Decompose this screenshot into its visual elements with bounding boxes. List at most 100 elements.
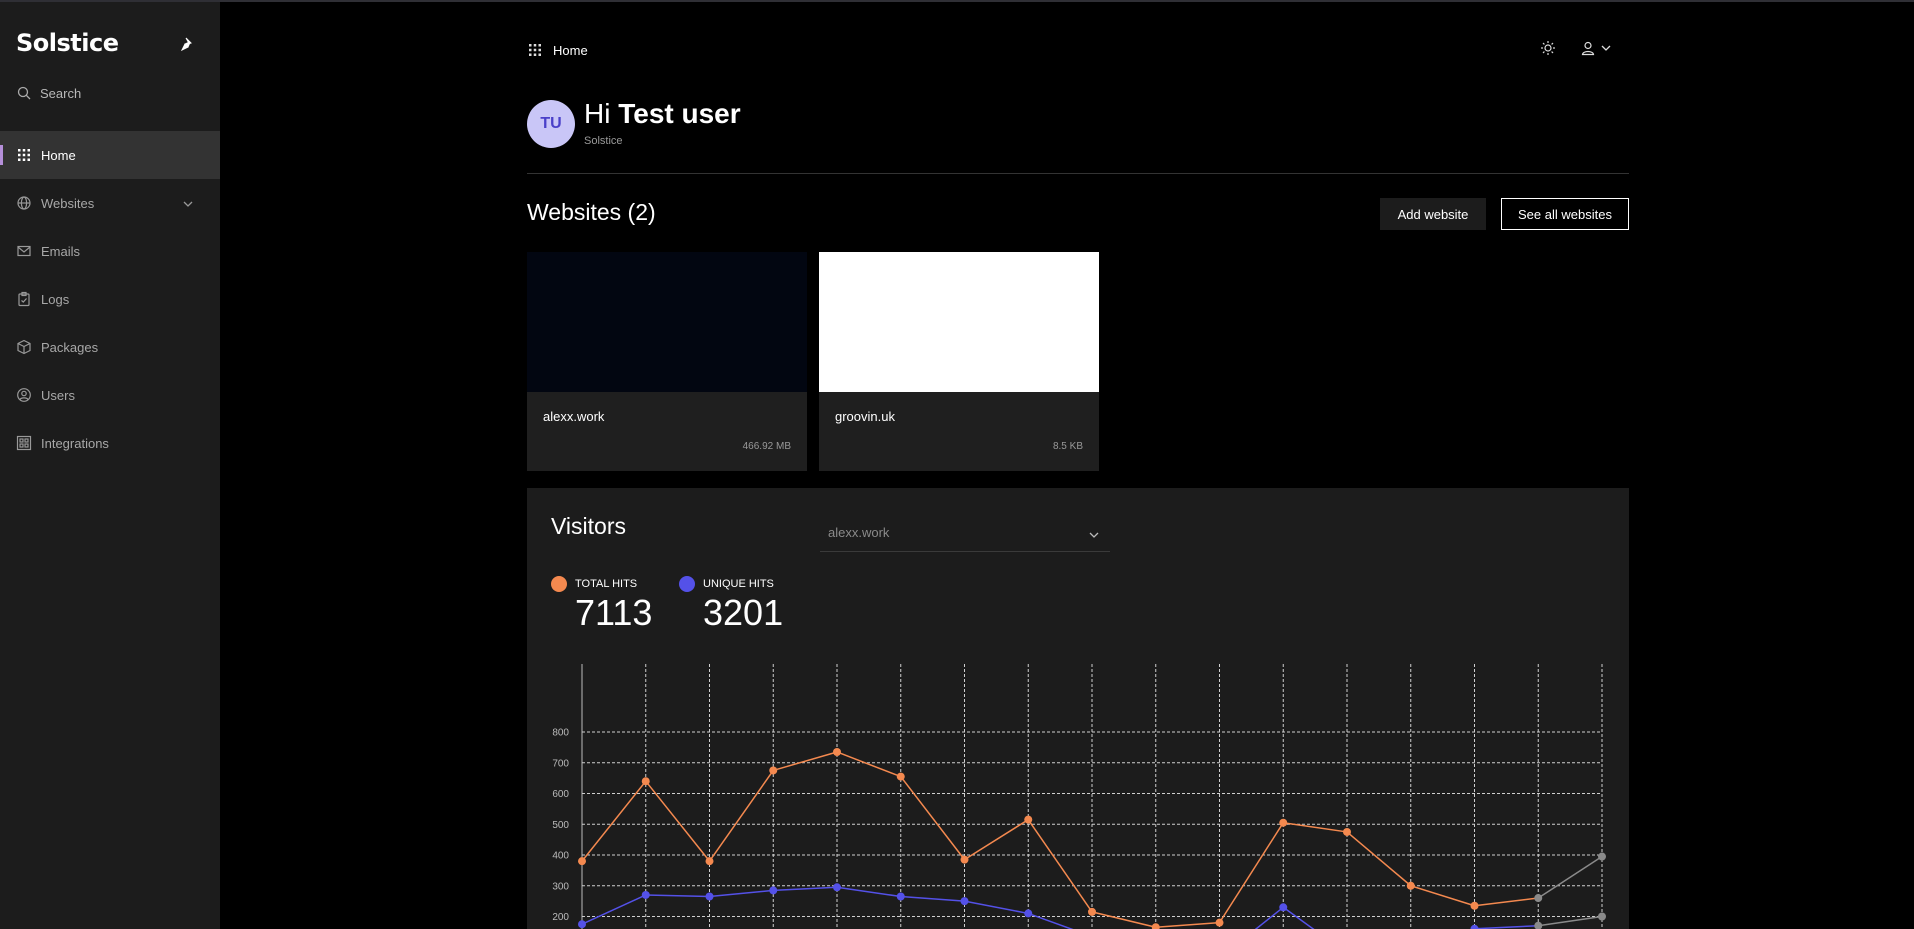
sidebar-item-label: Integrations (41, 435, 109, 451)
see-all-websites-button[interactable]: See all websites (1501, 198, 1629, 230)
data-point (1215, 918, 1224, 927)
header-actions (1540, 40, 1614, 56)
sidebar-item-label: Websites (41, 195, 95, 211)
avatar[interactable]: TU (527, 100, 575, 148)
y-tick-label: 600 (552, 789, 569, 800)
series-segment (836, 751, 902, 778)
package-icon (17, 339, 31, 355)
y-tick-label: 300 (552, 881, 569, 892)
divider (527, 173, 1629, 174)
website-thumbnail (527, 252, 807, 392)
series-segment (773, 751, 838, 772)
user-menu[interactable] (1580, 40, 1614, 56)
user-icon (1581, 41, 1595, 56)
data-point (1088, 907, 1096, 916)
visitors-panel: Visitors alexx.work TOTAL HITS 7113 UNIQ… (527, 488, 1629, 929)
website-thumbnail (819, 252, 1099, 392)
series-segment (581, 894, 647, 925)
brand-logo[interactable]: Solstice (16, 29, 119, 57)
sidebar: Solstice Search Home Websites Emails Log… (0, 2, 220, 929)
series-segment (1474, 924, 1539, 929)
sidebar-item-websites[interactable]: Websites (0, 179, 220, 227)
sidebar-item-label: Home (41, 147, 76, 163)
data-point (641, 777, 650, 786)
sidebar-item-label: Emails (41, 243, 81, 259)
sidebar-item-label: Users (41, 387, 75, 403)
y-tick-label: 700 (552, 758, 569, 769)
series-segment (645, 894, 710, 898)
data-point (833, 883, 841, 892)
data-point (641, 890, 650, 899)
data-point (896, 892, 905, 901)
website-name: alexx.work (543, 409, 605, 424)
sidebar-item-integrations[interactable]: Integrations (0, 419, 220, 467)
website-card[interactable]: alexx.work 466.92 MB (527, 252, 807, 471)
data-point (1406, 881, 1415, 890)
breadcrumb: Home (527, 42, 588, 58)
series-segment (1282, 906, 1315, 929)
series-segment (709, 889, 774, 898)
sidebar-item-packages[interactable]: Packages (0, 323, 220, 371)
mail-icon (17, 245, 31, 257)
data-point (1151, 923, 1160, 929)
sidebar-search[interactable]: Search (16, 82, 81, 104)
website-size: 466.92 MB (742, 441, 791, 452)
data-point (960, 897, 969, 906)
sidebar-item-emails[interactable]: Emails (0, 227, 220, 275)
visitors-chart: 100200300400500600700800 (552, 664, 1606, 929)
grid-icon[interactable] (527, 42, 543, 58)
breadcrumb-current: Home (553, 42, 588, 58)
y-tick-label: 500 (552, 820, 569, 831)
series-segment (773, 886, 838, 892)
sun-icon[interactable] (1540, 40, 1556, 56)
data-point (1279, 903, 1288, 912)
sidebar-item-logs[interactable]: Logs (0, 275, 220, 323)
data-point (1470, 901, 1479, 910)
data-point (833, 747, 841, 756)
sidebar-item-label: Packages (41, 339, 99, 355)
data-point (705, 857, 714, 866)
y-tick-label: 400 (552, 851, 569, 862)
data-point (1534, 894, 1543, 903)
sidebar-nav: Home Websites Emails Logs Packages Users… (0, 131, 220, 467)
series-segment (964, 900, 1029, 915)
integrations-icon (16, 435, 32, 451)
data-point (896, 772, 905, 781)
y-tick-label: 200 (552, 912, 569, 923)
pin-icon[interactable] (180, 36, 196, 52)
window-top-border (0, 0, 1914, 2)
data-point (1024, 815, 1033, 824)
user-name: Test user (618, 98, 741, 129)
series-segment (836, 886, 901, 898)
chevron-down-icon[interactable] (180, 196, 196, 212)
data-point (1024, 909, 1033, 918)
data-point (1534, 921, 1543, 929)
series-segment (1091, 911, 1156, 928)
data-point (578, 920, 586, 929)
grid-icon (18, 149, 30, 161)
series-segment (1474, 897, 1539, 907)
series-segment (1155, 921, 1220, 929)
chevron-down-icon (1601, 45, 1611, 51)
data-point (769, 766, 778, 775)
website-card[interactable]: groovin.uk 8.5 KB (819, 252, 1099, 471)
y-tick-label: 800 (552, 728, 569, 739)
search-label: Search (40, 85, 82, 101)
series-segment (708, 770, 774, 862)
websites-title: Websites (2) (527, 199, 656, 225)
sidebar-item-label: Logs (41, 291, 70, 307)
series-segment (964, 819, 1029, 861)
data-point (1470, 924, 1479, 929)
clipboard-icon (18, 291, 30, 307)
sidebar-item-users[interactable]: Users (0, 371, 220, 419)
globe-icon (17, 196, 31, 210)
data-point (1598, 852, 1606, 861)
series-segment (900, 776, 966, 861)
sidebar-item-home[interactable]: Home (0, 131, 220, 179)
series-segment (900, 895, 965, 902)
add-website-button[interactable]: Add website (1380, 198, 1486, 230)
series-segment (1537, 855, 1603, 899)
data-point (705, 892, 714, 901)
series-segment (1346, 831, 1412, 887)
data-point (578, 857, 586, 866)
